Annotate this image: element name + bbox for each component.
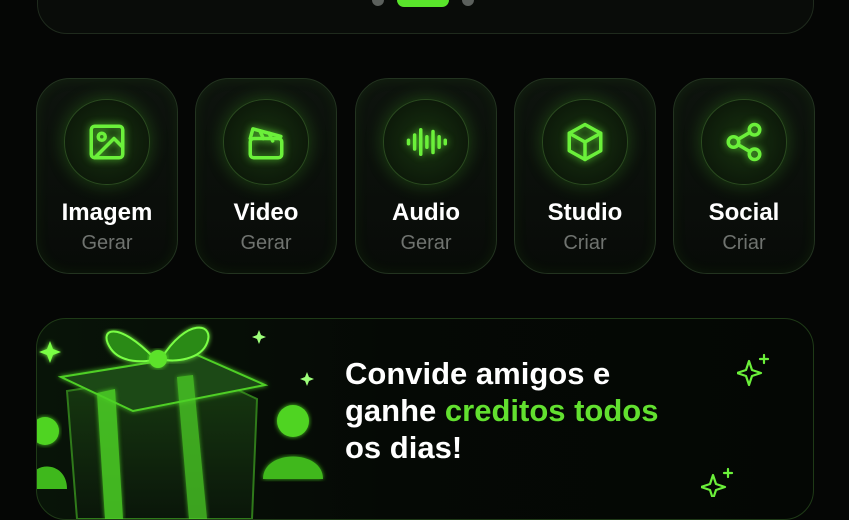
quick-action-audio[interactable]: Audio Gerar bbox=[355, 78, 497, 274]
quick-action-label: Imagem bbox=[61, 199, 153, 226]
promo-title: Convide amigos e ganhe creditos todos os… bbox=[345, 355, 725, 466]
quick-action-label: Studio bbox=[547, 199, 623, 226]
quick-action-sub: Gerar bbox=[240, 232, 292, 254]
share-icon bbox=[701, 99, 787, 185]
quick-action-imagem[interactable]: Imagem Gerar bbox=[36, 78, 178, 274]
quick-action-sub: Criar bbox=[563, 232, 607, 254]
invite-promo-card[interactable]: Convide amigos e ganhe creditos todos os… bbox=[36, 318, 814, 520]
quick-action-label: Video bbox=[233, 199, 299, 226]
quick-action-label: Audio bbox=[392, 199, 460, 226]
sparkles-icon bbox=[701, 467, 734, 497]
quick-action-video[interactable]: Video Gerar bbox=[195, 78, 337, 274]
quick-action-sub: Criar bbox=[722, 232, 766, 254]
quick-action-studio[interactable]: Studio Criar bbox=[514, 78, 656, 274]
promo-title-part3: os dias! bbox=[345, 430, 463, 465]
carousel-dot[interactable] bbox=[462, 0, 474, 6]
carousel-dot[interactable] bbox=[372, 0, 384, 6]
carousel-pagination bbox=[372, 0, 474, 7]
promo-title-part1: Convide amigos e bbox=[345, 356, 611, 391]
image-icon bbox=[64, 99, 150, 185]
cube-icon bbox=[542, 99, 628, 185]
promo-title-accent: creditos todos bbox=[444, 393, 659, 428]
quick-action-sub: Gerar bbox=[400, 232, 452, 254]
waveform-icon bbox=[383, 99, 469, 185]
quick-action-label: Social bbox=[708, 199, 780, 226]
quick-action-social[interactable]: Social Criar bbox=[673, 78, 815, 274]
clapperboard-icon bbox=[223, 99, 309, 185]
gift-box-illustration bbox=[37, 326, 323, 519]
carousel-dot-active[interactable] bbox=[397, 0, 449, 7]
promo-title-part2: ganhe bbox=[345, 393, 445, 428]
sparkles-icon bbox=[737, 353, 770, 387]
quick-action-sub: Gerar bbox=[81, 232, 133, 254]
